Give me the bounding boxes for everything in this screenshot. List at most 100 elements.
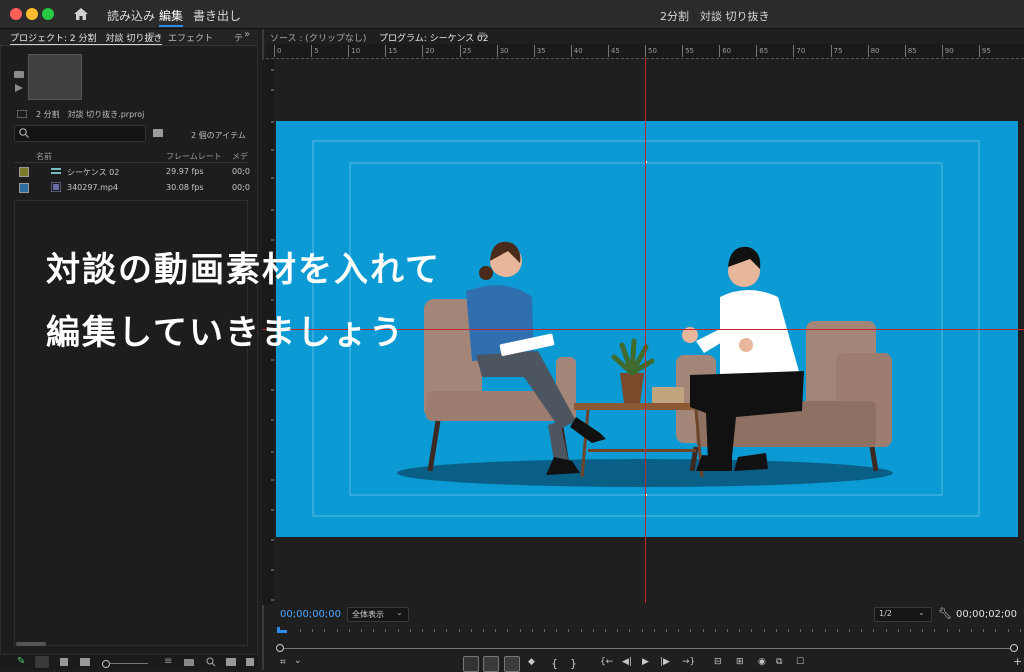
mini-timeline-tick [641,629,643,632]
duration-timecode: 00;00;02;00 [956,609,1018,620]
ruler-tick-label: 80 [867,45,880,57]
mini-timeline-tick [300,629,301,632]
menu-edit[interactable]: 編集 [159,7,184,27]
zoom-slider-handle[interactable] [102,660,110,668]
play-icon[interactable]: ▶ [642,657,649,667]
home-icon[interactable] [74,8,88,20]
mini-timeline-tick [922,629,924,632]
add-button-icon[interactable]: + [1013,655,1022,668]
more-tabs-icon[interactable]: » [244,29,250,40]
mini-timeline-tick [934,629,936,632]
new-bin-button[interactable] [226,658,236,666]
panel-menu-icon[interactable]: ≡ [147,30,155,41]
mini-timeline-tick [568,629,570,632]
tab-source[interactable]: ソース : (クリップなし) [270,31,366,44]
play-icon[interactable] [15,84,23,92]
video-clip-icon [51,182,61,192]
mini-timeline-tick [788,629,789,632]
mini-timeline-tick [495,629,497,632]
tab-program[interactable]: プログラム: シーケンス 02 [379,31,489,45]
ruler-tick-label: 85 [904,45,917,57]
go-to-in-icon[interactable]: {← [600,657,613,667]
table-row[interactable] [14,164,248,179]
mini-timeline-tick [690,629,692,632]
minimize-window-button[interactable] [26,8,38,20]
mini-timeline-tick [971,629,972,632]
maximize-window-button[interactable] [42,8,54,20]
mini-timeline-tick [580,629,582,632]
mini-timeline-tick [422,629,423,632]
sort-icon[interactable]: ≡ [164,656,172,667]
mini-timeline-tick [897,629,899,632]
column-frame-rate[interactable]: フレームレート [166,151,222,162]
mini-timeline-tick [507,629,509,632]
mini-timeline-tick [409,629,411,632]
add-marker-icon[interactable]: ◆ [528,657,535,667]
label-swatch[interactable] [19,183,29,193]
ruler-tick-label: 55 [682,45,694,57]
ruler-tick-label: 50 [645,45,657,57]
list-view-button[interactable] [35,656,49,668]
comparison-view-icon[interactable]: ⧉ [776,657,782,667]
column-name[interactable]: 名前 [36,151,52,162]
extract-icon[interactable]: ⊞ [736,657,744,667]
current-timecode[interactable]: 00;00;00;00 [280,609,341,620]
zoom-select-value: 全体表示 [352,610,384,619]
step-back-icon[interactable]: ◀| [622,657,632,667]
menu-import[interactable]: 読み込み [107,7,155,24]
project-file-name: 2 分割 対談 切り抜き.prproj [36,110,145,119]
panel-menu-icon[interactable]: ≡ [478,30,486,41]
wrench-icon[interactable]: 🔧︎ [938,607,952,620]
close-window-button[interactable] [10,8,22,20]
freeform-view-button[interactable] [80,658,90,666]
vertical-guide-line[interactable] [645,58,646,603]
zoom-scroll-handle-right[interactable] [1010,644,1018,652]
ruler-tick-label: 15 [385,45,397,57]
tab-effects[interactable]: エフェクト [168,31,213,44]
ruler-tick-label: 35 [533,45,546,57]
mini-timeline-tick [739,629,741,632]
icon-view-button[interactable] [60,658,68,666]
export-frame-icon[interactable]: ◉ [758,657,766,667]
mini-timeline-ruler[interactable] [276,626,1018,636]
step-forward-icon[interactable]: |▶ [660,657,670,667]
label-swatch[interactable] [19,167,29,177]
go-to-out-icon[interactable]: →} [682,657,695,667]
search-input[interactable] [14,125,146,142]
ruler-tick-label: 40 [570,45,583,57]
menu-export[interactable]: 書き出し [193,7,241,24]
zoom-slider[interactable] [110,663,148,664]
mini-timeline-tick [727,629,728,632]
new-bin-icon[interactable] [153,128,163,137]
tab-overflow[interactable]: テ [234,31,243,44]
mini-timeline-tick [775,629,777,632]
table-row[interactable] [14,180,248,195]
automate-sequence-icon[interactable] [184,659,194,666]
mini-timeline-tick [983,629,985,632]
find-icon[interactable] [206,657,216,667]
mini-timeline-tick [629,629,631,632]
mini-timeline-tick [873,629,875,632]
mini-timeline-tick [336,629,338,632]
chevron-down-icon[interactable]: ⌄ [294,656,302,666]
pencil-icon[interactable]: ✎ [17,656,25,667]
playhead[interactable] [277,627,287,633]
column-media[interactable]: メデ [232,151,248,162]
mini-timeline-tick [324,629,326,632]
zoom-scroll-handle-left[interactable] [276,644,284,652]
proxy-toggle-icon[interactable]: ☐ [796,657,804,667]
horizontal-scrollbar[interactable] [16,642,46,646]
mini-timeline-tick [556,629,558,632]
marker-settings-icon[interactable]: ⌗ [280,657,286,668]
zoom-scroll-bar[interactable] [281,648,1013,649]
new-item-button[interactable] [246,658,254,666]
lift-icon[interactable]: ⊟ [714,657,722,667]
overlay-caption-line-2: 編集していきましょう [46,313,405,353]
mark-out-icon[interactable]: } [570,657,577,670]
mini-timeline-tick [397,629,399,632]
mini-timeline-tick [861,629,863,632]
mark-in-icon[interactable]: { [551,657,558,670]
mini-timeline-tick [836,629,838,632]
project-thumbnail [28,54,82,100]
tab-project[interactable]: プロジェクト: 2 分割 対談 切り抜き [10,31,163,45]
